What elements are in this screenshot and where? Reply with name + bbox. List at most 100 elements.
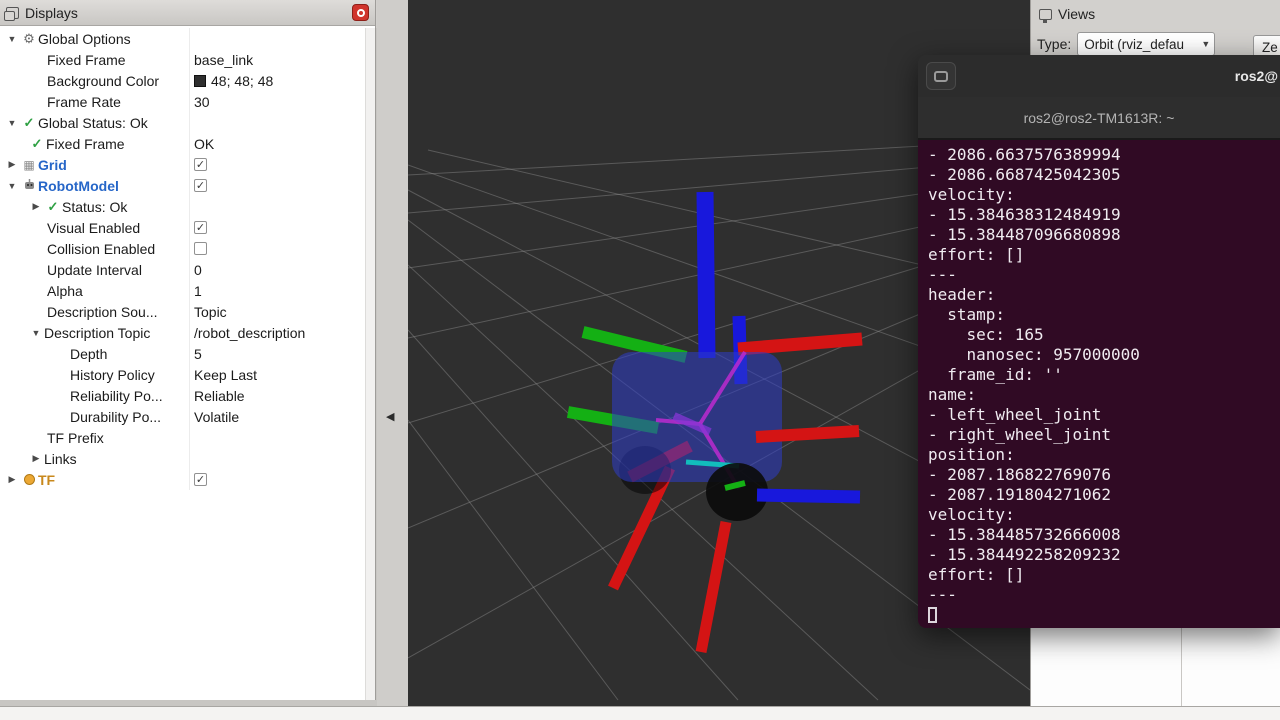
- tree-row-durability-policy[interactable]: Durability Po... Volatile: [0, 406, 365, 427]
- row-value[interactable]: Volatile: [190, 406, 365, 427]
- tree-row-reliability-policy[interactable]: Reliability Po... Reliable: [0, 385, 365, 406]
- row-label: Durability Po...: [70, 409, 161, 425]
- tree-row-grid[interactable]: ▶▦Grid ✓: [0, 154, 365, 175]
- terminal-window[interactable]: ros2@ ros2@ros2-TM1613R: ~ - 2086.663757…: [918, 55, 1280, 628]
- row-label: Frame Rate: [47, 94, 121, 110]
- grid-enabled-checkbox[interactable]: ✓: [194, 158, 207, 171]
- row-value[interactable]: Topic: [190, 301, 365, 322]
- expander-down-icon[interactable]: ▼: [4, 181, 20, 191]
- row-value[interactable]: 48; 48; 48: [211, 73, 273, 89]
- terminal-output: - 2086.6637576389994 - 2086.668742504230…: [928, 145, 1280, 605]
- tree-row-links[interactable]: ▶Links: [0, 448, 365, 469]
- tree-row-collision-enabled[interactable]: Collision Enabled: [0, 238, 365, 259]
- expander-down-icon[interactable]: ▼: [28, 328, 44, 338]
- collision-enabled-checkbox[interactable]: [194, 242, 207, 255]
- expander-right-icon[interactable]: ▶: [28, 453, 44, 464]
- expander-right-icon[interactable]: ▶: [4, 159, 20, 170]
- row-label: TF: [38, 472, 55, 488]
- row-label: Status: Ok: [62, 199, 127, 215]
- tree-row-description-topic[interactable]: ▼Description Topic /robot_description: [0, 322, 365, 343]
- tree-row-global-status[interactable]: ▼✓Global Status: Ok: [0, 112, 365, 133]
- tree-row-tf-prefix[interactable]: TF Prefix: [0, 427, 365, 448]
- view-type-dropdown[interactable]: Orbit (rviz_defau ▼: [1077, 32, 1215, 56]
- row-value[interactable]: base_link: [190, 49, 365, 70]
- property-tree: ▼⚙Global Options Fixed Frame base_link B…: [0, 28, 365, 490]
- row-label: Visual Enabled: [47, 220, 140, 236]
- row-value[interactable]: Keep Last: [190, 364, 365, 385]
- row-label: History Policy: [70, 367, 155, 383]
- tf-axis-x: [738, 339, 862, 349]
- tree-row-visual-enabled[interactable]: Visual Enabled ✓: [0, 217, 365, 238]
- displays-panel-title: Displays: [25, 5, 352, 21]
- close-panel-button[interactable]: [352, 4, 369, 21]
- expander-down-icon[interactable]: ▼: [4, 34, 20, 44]
- row-label: Global Options: [38, 31, 131, 47]
- terminal-titlebar[interactable]: ros2@: [918, 55, 1280, 97]
- new-tab-icon: [934, 71, 948, 82]
- row-value[interactable]: [190, 427, 365, 448]
- view-type-label: Type:: [1037, 36, 1071, 52]
- tree-row-description-source[interactable]: Description Sou... Topic: [0, 301, 365, 322]
- row-label: Description Topic: [44, 325, 150, 341]
- tf-axis-z3: [757, 495, 860, 497]
- tree-row-update-interval[interactable]: Update Interval 0: [0, 259, 365, 280]
- views-panel-title: Views: [1058, 6, 1095, 22]
- tree-scrollbar[interactable]: [365, 28, 375, 700]
- terminal-title: ros2@: [1235, 55, 1278, 97]
- tf-axis-x4: [701, 522, 726, 652]
- gear-icon: ⚙: [20, 31, 38, 47]
- row-value[interactable]: 0: [190, 259, 365, 280]
- tf-axis-z: [705, 192, 707, 358]
- tree-row-alpha[interactable]: Alpha 1: [0, 280, 365, 301]
- row-value[interactable]: 30: [190, 91, 365, 112]
- panel-gutter: [377, 0, 408, 706]
- tree-row-frame-rate[interactable]: Frame Rate 30: [0, 91, 365, 112]
- row-label: Alpha: [47, 283, 83, 299]
- row-value[interactable]: 1: [190, 280, 365, 301]
- terminal-body[interactable]: - 2086.6637576389994 - 2086.668742504230…: [918, 140, 1280, 628]
- robot-display-icon: [20, 178, 38, 194]
- displays-panel: Displays ▼⚙Global Options Fixed Frame ba…: [0, 0, 376, 700]
- status-ok-icon: ✓: [28, 136, 46, 152]
- views-titlebar[interactable]: Views: [1031, 0, 1280, 28]
- row-value[interactable]: /robot_description: [190, 322, 365, 343]
- terminal-cursor: [928, 607, 937, 623]
- robotmodel-enabled-checkbox[interactable]: ✓: [194, 179, 207, 192]
- tree-row-fixed-frame[interactable]: Fixed Frame base_link: [0, 49, 365, 70]
- expander-right-icon[interactable]: ▶: [28, 201, 44, 212]
- expander-down-icon[interactable]: ▼: [4, 118, 20, 128]
- color-swatch: [194, 75, 206, 87]
- robot-model: [568, 192, 862, 652]
- terminal-tabbar: ros2@ros2-TM1613R: ~: [918, 97, 1280, 140]
- row-value[interactable]: Reliable: [190, 385, 365, 406]
- collapse-panel-arrow[interactable]: ◀: [386, 410, 394, 423]
- tree-row-tf[interactable]: ▶ TF ✓: [0, 469, 365, 490]
- status-ok-icon: ✓: [44, 199, 62, 215]
- row-label: Collision Enabled: [47, 241, 155, 257]
- terminal-tab[interactable]: ros2@ros2-TM1613R: ~: [918, 97, 1280, 140]
- tree-row-history-policy[interactable]: History Policy Keep Last: [0, 364, 365, 385]
- tree-row-background-color[interactable]: Background Color 48; 48; 48: [0, 70, 365, 91]
- row-label: RobotModel: [38, 178, 119, 194]
- tf-enabled-checkbox[interactable]: ✓: [194, 473, 207, 486]
- tree-row-fixed-frame-status[interactable]: ✓Fixed Frame OK: [0, 133, 365, 154]
- panel-icon: [6, 7, 19, 19]
- row-label: Fixed Frame: [46, 136, 125, 152]
- tree-row-robot-status[interactable]: ▶✓Status: Ok: [0, 196, 365, 217]
- row-label: Links: [44, 451, 77, 467]
- tf-display-icon: [20, 472, 38, 488]
- row-label: Reliability Po...: [70, 388, 163, 404]
- tree-row-robotmodel[interactable]: ▼ RobotModel ✓: [0, 175, 365, 196]
- tree-row-depth[interactable]: Depth 5: [0, 343, 365, 364]
- row-label: Background Color: [47, 73, 159, 89]
- row-value[interactable]: 5: [190, 343, 365, 364]
- displays-titlebar[interactable]: Displays: [0, 0, 375, 26]
- visual-enabled-checkbox[interactable]: ✓: [194, 221, 207, 234]
- views-panel-icon: [1039, 9, 1052, 20]
- tree-row-global-options[interactable]: ▼⚙Global Options: [0, 28, 365, 49]
- row-label: TF Prefix: [47, 430, 104, 446]
- expander-right-icon[interactable]: ▶: [4, 474, 20, 485]
- row-label: Depth: [70, 346, 107, 362]
- new-tab-button[interactable]: [926, 62, 956, 90]
- tf-axis-x5: [756, 431, 859, 437]
